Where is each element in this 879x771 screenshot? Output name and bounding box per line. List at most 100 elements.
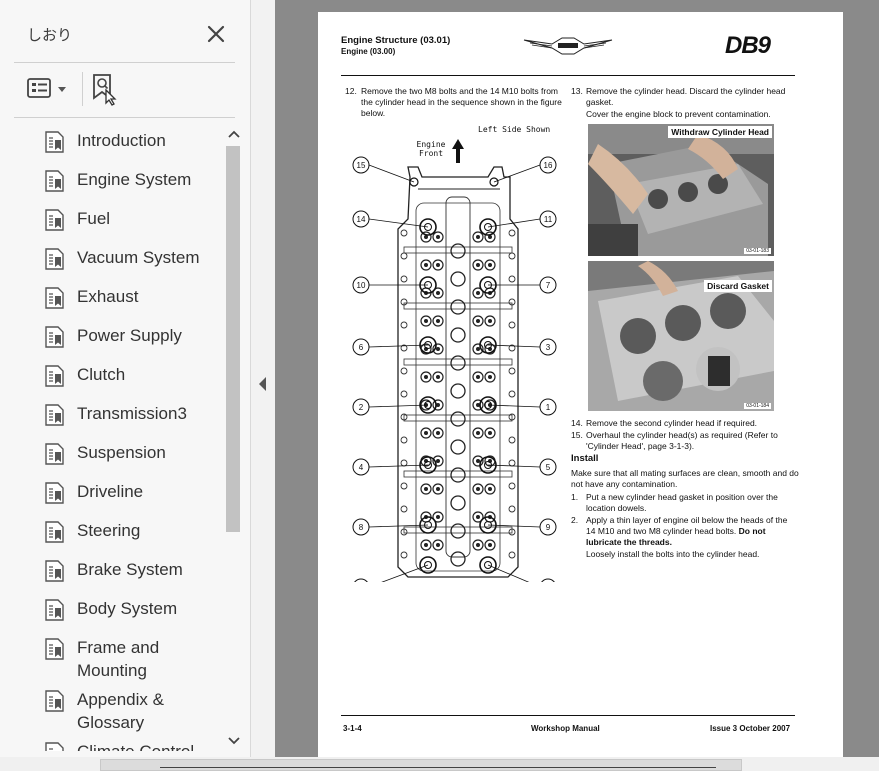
side-hole [400, 252, 408, 260]
spark-plug-bore [450, 327, 466, 343]
photo-code: 03-01-183 [744, 248, 771, 254]
valve-centre [488, 487, 492, 491]
bookmark-label: Vacuum System [77, 248, 200, 267]
side-hole [508, 252, 516, 260]
panel-title: しおり [27, 26, 73, 44]
bookmark-label: Transmission3 [77, 404, 187, 423]
step-number: 12. [345, 86, 357, 96]
bookmark-page-icon [44, 442, 66, 466]
callout-number: 10 [357, 281, 366, 290]
bookmark-item[interactable]: Driveline [44, 480, 220, 505]
callout-number: 15 [357, 161, 366, 170]
spark-plug-bore [450, 299, 466, 315]
callout-number: 4 [359, 463, 364, 472]
side-hole [400, 436, 408, 444]
callout-number: 3 [546, 343, 551, 352]
cam-bearing [403, 358, 513, 366]
cam-bearing [403, 302, 513, 310]
close-icon[interactable] [204, 22, 228, 46]
valve-centre [488, 543, 492, 547]
bookmark-page-icon [44, 403, 66, 427]
callout-number: 1 [546, 403, 551, 412]
bookmark-item[interactable]: Brake System [44, 558, 220, 583]
footer-page-number: 3-1-4 [343, 724, 362, 733]
side-hole [400, 367, 408, 375]
bookmark-page-icon [44, 208, 66, 232]
bookmark-item[interactable]: Steering [44, 519, 220, 544]
side-hole [400, 459, 408, 467]
bookmark-item[interactable]: Appendix & Glossary [44, 688, 220, 734]
valve-centre [476, 487, 480, 491]
bookmark-item[interactable]: Suspension [44, 441, 220, 466]
cam-bearing [403, 246, 513, 254]
valve-centre [476, 291, 480, 295]
bookmark-item[interactable]: Exhaust [44, 285, 220, 310]
cam-bearing [403, 470, 513, 478]
side-hole [508, 390, 516, 398]
valve-centre [436, 431, 440, 435]
chevron-up-icon[interactable] [224, 124, 244, 144]
side-hole [400, 321, 408, 329]
bookmark-page-icon [44, 637, 66, 661]
side-hole [508, 459, 516, 467]
step-text-part: 14 M10 and two M8 cylinder head bolts. [586, 526, 739, 536]
bookmark-item[interactable]: Transmission3 [44, 402, 220, 427]
horizontal-scrollbar-thumb[interactable] [100, 759, 742, 771]
side-hole [400, 551, 408, 559]
header-subtitle: Engine (03.00) [341, 47, 396, 56]
spark-plug-bore [450, 551, 466, 567]
step-text: Overhaul the cylinder head(s) as require… [586, 430, 778, 440]
valve-centre [436, 543, 440, 547]
bookmark-item[interactable]: Power Supply [44, 324, 220, 349]
engine-front-arrow [452, 139, 464, 163]
bookmark-item[interactable]: Body System [44, 597, 220, 622]
callout-leader [368, 164, 415, 183]
bookmark-item[interactable]: Fuel [44, 207, 220, 232]
bookmark-find-icon[interactable] [90, 72, 122, 106]
valve-centre [476, 263, 480, 267]
photo-caption: Discard Gasket [704, 280, 772, 292]
step-number: 2. [571, 515, 579, 525]
bookmark-item[interactable]: Clutch [44, 363, 220, 388]
bookmark-item[interactable]: Frame and Mounting [44, 636, 220, 682]
step-text: 14 M10 and two M8 cylinder head bolts. D… [586, 526, 766, 537]
divider [14, 62, 235, 63]
side-hole [508, 321, 516, 329]
bookmark-label: Exhaust [77, 287, 139, 306]
divider [14, 117, 235, 118]
step-text: the cylinder head in the sequence shown … [361, 97, 562, 107]
bookmark-label: Driveline [77, 482, 144, 501]
chevron-down-icon[interactable] [224, 731, 244, 751]
bookmark-item[interactable]: Introduction [44, 129, 220, 154]
side-hole [508, 505, 516, 513]
callout-number: 14 [357, 215, 366, 224]
scrollbar-thumb[interactable] [226, 146, 240, 532]
valve-centre [476, 431, 480, 435]
bookmark-item[interactable]: Engine System [44, 168, 220, 193]
step-text: Apply a thin layer of engine oil below t… [586, 515, 788, 525]
bookmark-label: Power Supply [77, 326, 182, 345]
valve-centre [436, 291, 440, 295]
spark-plug-bore [450, 495, 466, 511]
bookmarks-panel: しおり Introduction Engine System Fuel Vacuum … [0, 0, 251, 771]
step-text: Put a new cylinder head gasket in positi… [586, 492, 778, 502]
step-text: Remove the two M8 bolts and the 14 M10 b… [361, 86, 559, 96]
bookmark-page-icon [44, 689, 66, 713]
bookmark-page-icon [44, 247, 66, 271]
step-text: Remove the cylinder head. Discard the cy… [586, 86, 786, 96]
side-hole [508, 436, 516, 444]
callout-circle [354, 578, 368, 582]
list-options-icon[interactable] [26, 75, 72, 103]
chevron-left-icon[interactable] [256, 374, 270, 394]
valve-centre [436, 375, 440, 379]
valve-centre [476, 347, 480, 351]
bookmark-page-icon [44, 286, 66, 310]
cylinder-head-diagram: 15141062481216117315913 [352, 139, 557, 582]
bookmark-item[interactable]: Climate Control [44, 740, 220, 751]
spark-plug-bore [450, 467, 466, 483]
pdf-page: Engine Structure (03.01) Engine (03.00) … [318, 12, 843, 757]
valve-centre [436, 459, 440, 463]
bookmark-label: Clutch [77, 365, 126, 384]
bookmark-item[interactable]: Vacuum System [44, 246, 220, 271]
sidebar-scrollbar[interactable] [224, 124, 244, 751]
